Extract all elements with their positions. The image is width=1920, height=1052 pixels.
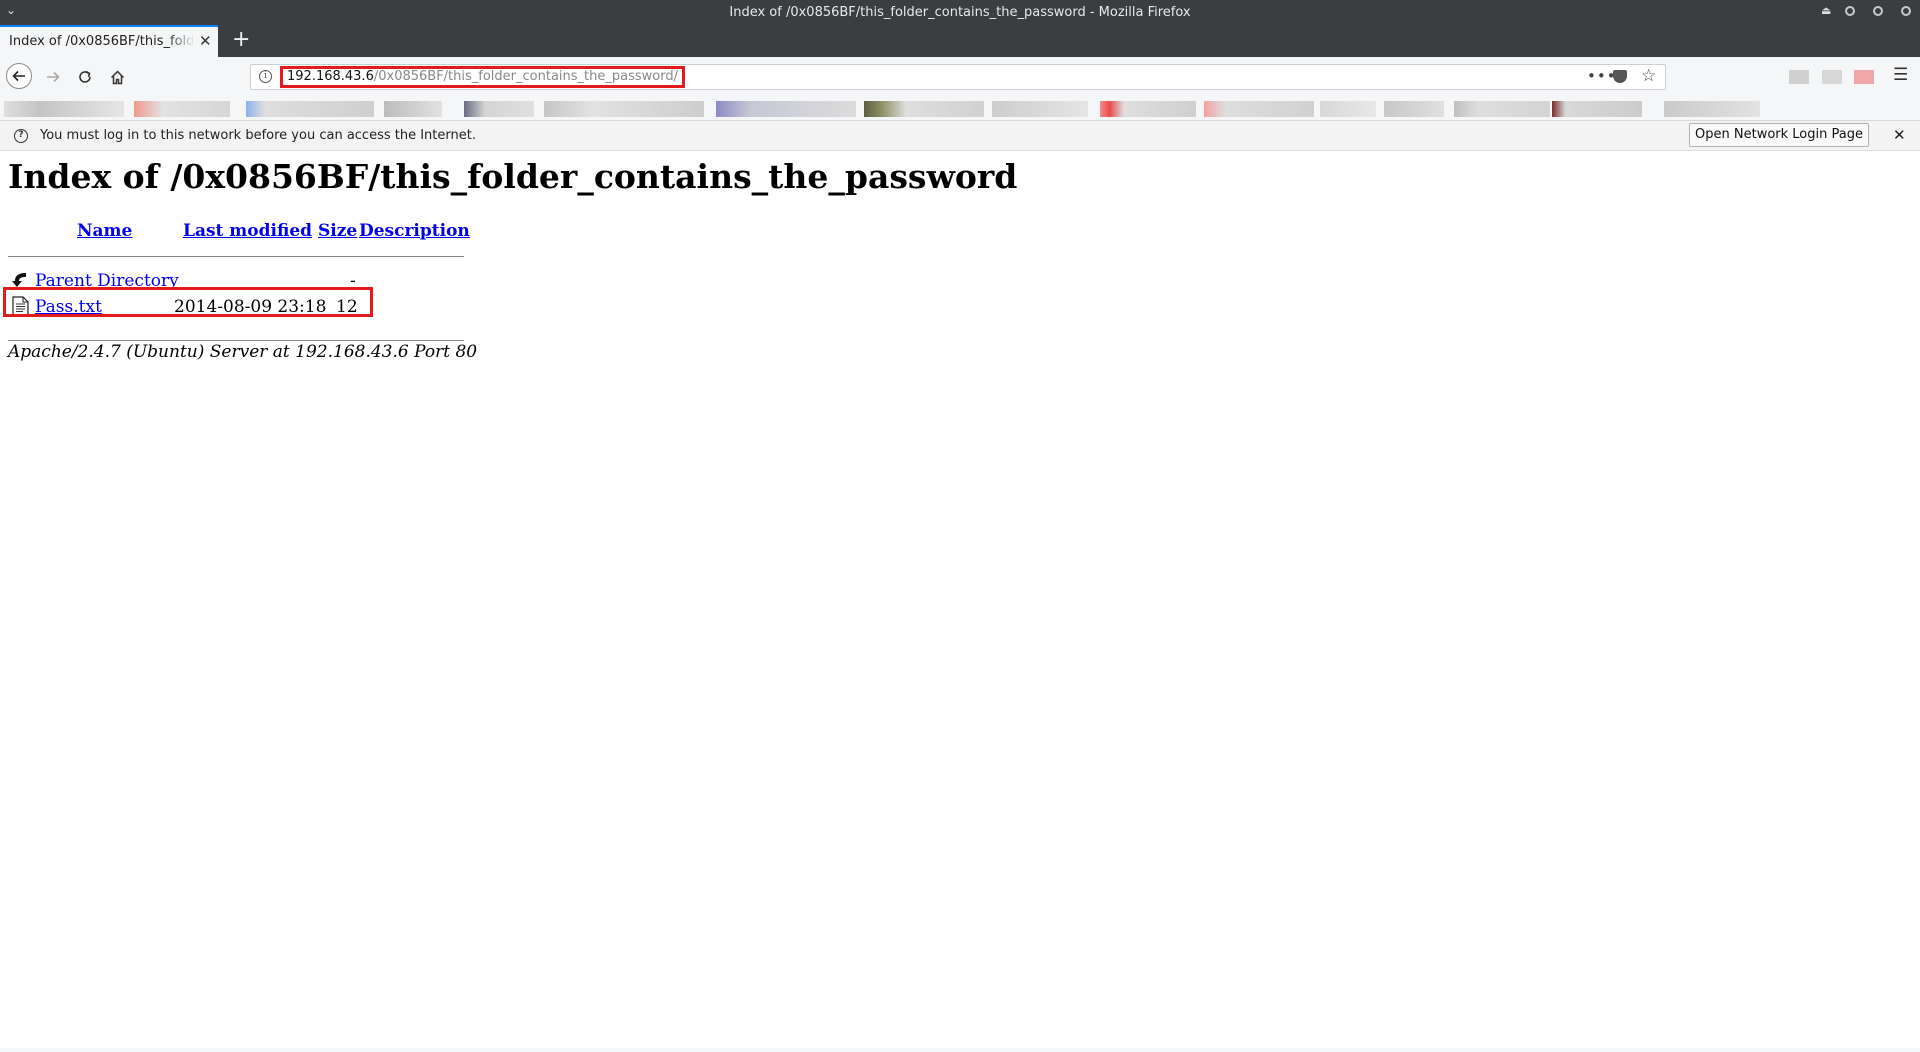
divider [8,256,464,257]
bookmark-item[interactable] [544,101,704,117]
bookmark-item[interactable] [992,101,1088,117]
minimize-button[interactable] [1845,6,1855,16]
url-path: /0x0856BF/this_folder_contains_the_passw… [373,69,678,84]
tab-label: Index of /0x0856BF/this_folder_contains_… [9,34,195,49]
notification-text: You must log in to this network before y… [40,128,476,143]
page-content: Index of /0x0856BF/this_folder_contains_… [0,151,1920,1052]
bookmark-item[interactable] [1320,101,1376,117]
tab-close-icon[interactable]: ✕ [199,32,212,50]
column-header-description[interactable]: Description [359,221,470,241]
bookmark-item[interactable] [716,101,856,117]
site-info-icon[interactable]: i [259,70,272,83]
bookmark-item[interactable] [134,101,230,117]
bookmark-item[interactable] [1384,101,1444,117]
window-titlebar: ⌄ Index of /0x0856BF/this_folder_contain… [0,0,1920,25]
bookmark-item[interactable] [1664,101,1760,117]
bookmark-item[interactable] [464,101,534,117]
home-icon [110,69,124,84]
forward-button[interactable] [41,65,65,89]
pocket-icon[interactable] [1613,70,1627,83]
bookmarks-toolbar [0,97,1920,121]
back-arrow-icon [12,70,25,82]
question-icon: ? [14,129,28,143]
column-header-name[interactable]: Name [77,221,132,241]
open-network-login-button[interactable]: Open Network Login Page [1689,123,1869,147]
window-bottom-edge [0,1048,1920,1052]
bookmark-item[interactable] [1552,101,1642,117]
column-header-size[interactable]: Size [318,221,357,241]
close-window-button[interactable] [1901,6,1911,16]
url-text[interactable]: 192.168.43.6/0x0856BF/this_folder_contai… [280,66,685,88]
bookmark-item[interactable] [4,101,124,117]
hamburger-menu-icon[interactable]: ☰ [1893,65,1908,85]
extension-icon[interactable] [1854,70,1874,84]
bookmark-item[interactable] [1204,101,1314,117]
notification-close-icon[interactable]: ✕ [1893,126,1906,144]
keep-above-icon[interactable]: ⏏ [1821,4,1831,17]
bookmark-item[interactable] [246,101,374,117]
bookmark-item[interactable] [1454,101,1550,117]
home-button[interactable] [105,65,129,89]
url-host: 192.168.43.6 [287,69,374,84]
reload-button[interactable] [73,65,97,89]
server-signature: Apache/2.4.7 (Ubuntu) Server at 192.168.… [8,342,478,362]
tab-strip: Index of /0x0856BF/this_folder_contains_… [0,25,1920,57]
captive-portal-notification: ? You must log in to this network before… [0,121,1920,151]
navigation-toolbar: i 192.168.43.6/0x0856BF/this_folder_cont… [0,57,1920,97]
bookmark-item[interactable] [864,101,984,117]
new-tab-button[interactable]: + [232,27,250,52]
forward-arrow-icon [47,71,60,83]
window-title: Index of /0x0856BF/this_folder_contains_… [729,5,1191,20]
bookmark-star-icon[interactable]: ☆ [1641,66,1656,86]
highlight-box [3,287,373,317]
maximize-button[interactable] [1873,6,1883,16]
divider [8,340,464,341]
page-title: Index of /0x0856BF/this_folder_contains_… [8,157,1018,196]
extension-icon[interactable] [1789,70,1809,84]
reload-icon [79,70,91,83]
bookmark-item[interactable] [384,101,442,117]
extension-icon[interactable] [1822,70,1842,84]
bookmark-item[interactable] [1100,101,1196,117]
url-bar[interactable]: i 192.168.43.6/0x0856BF/this_folder_cont… [250,64,1666,90]
column-header-last-modified[interactable]: Last modified [183,221,312,241]
tab-active[interactable]: Index of /0x0856BF/this_folder_contains_… [0,25,218,57]
back-button[interactable] [6,63,32,89]
